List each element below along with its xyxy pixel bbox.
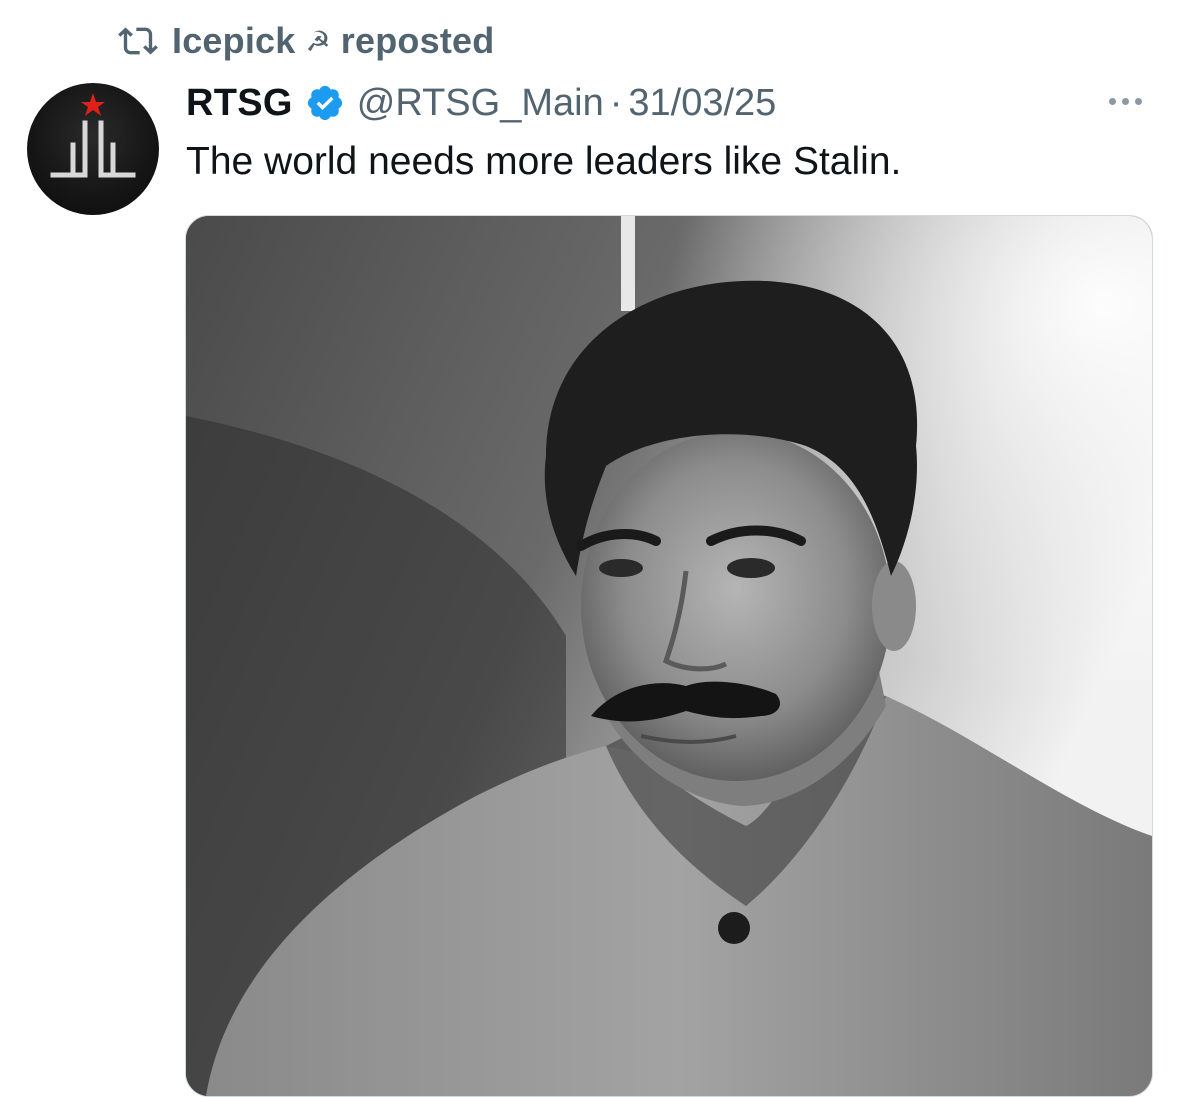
repost-user-name[interactable]: Icepick — [172, 20, 295, 62]
more-options-icon-dot — [1134, 97, 1142, 105]
separator-dot: · — [609, 81, 623, 124]
portrait-photo-image — [186, 216, 1152, 1096]
repost-header: Icepick ☭ reposted — [118, 18, 494, 64]
tweet-media-photo[interactable] — [185, 215, 1153, 1097]
more-options-icon-dot — [1121, 97, 1129, 105]
display-name[interactable]: RTSG — [186, 82, 293, 125]
repost-icon — [118, 27, 158, 55]
more-options-icon — [1108, 97, 1116, 105]
user-handle[interactable]: @RTSG_Main — [357, 82, 604, 125]
tweet-timestamp[interactable]: 31/03/25 — [628, 82, 776, 125]
more-options-button[interactable] — [1098, 86, 1152, 116]
repost-label: reposted — [340, 20, 495, 61]
repost-text[interactable]: Icepick ☭ reposted — [172, 20, 494, 62]
tweet-header: RTSG @RTSG_Main · 31/03/25 — [186, 78, 776, 128]
hammer-and-sickle-icon: ☭ — [305, 25, 331, 57]
avatar[interactable] — [27, 83, 159, 215]
tweet-text: The world needs more leaders like Stalin… — [186, 140, 902, 183]
verified-badge-icon — [307, 85, 342, 121]
rtsg-logo-icon — [50, 93, 136, 178]
